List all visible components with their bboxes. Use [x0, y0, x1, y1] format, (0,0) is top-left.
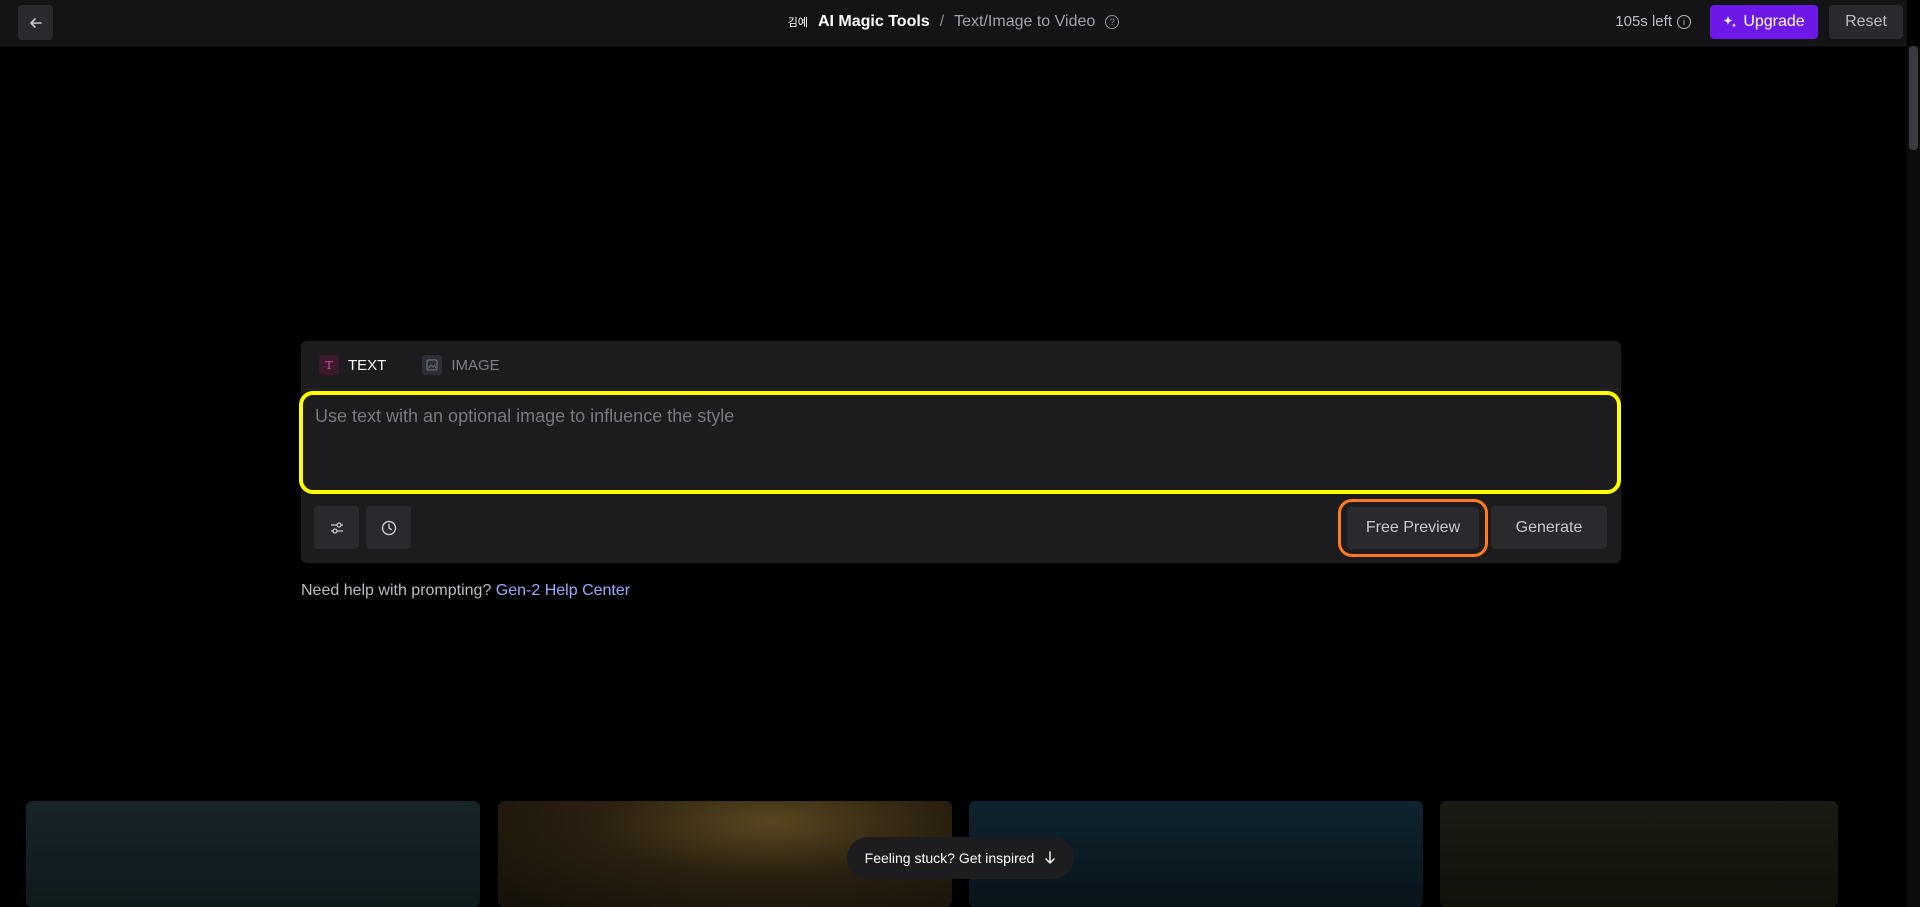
tab-image-label: IMAGE: [451, 356, 500, 374]
generate-button[interactable]: Generate: [1491, 506, 1607, 549]
help-question: Need help with prompting?: [301, 582, 492, 599]
mode-tabs: T TEXT IMAGE: [301, 341, 500, 389]
breadcrumb-separator: /: [939, 13, 945, 30]
gallery-card[interactable]: [1440, 801, 1838, 907]
arrow-down-icon: [1045, 851, 1056, 864]
prompt-input-container: [299, 391, 1621, 494]
prompt-panel: T TEXT IMAGE Free Preview: [299, 341, 1621, 563]
tab-text-label: TEXT: [348, 356, 387, 374]
scrollbar-thumb[interactable]: [1909, 46, 1918, 150]
clock-icon: [381, 520, 396, 535]
info-icon[interactable]: i: [1677, 14, 1691, 29]
image-icon: [422, 355, 443, 375]
scrollbar-track[interactable]: [1907, 46, 1920, 907]
credits-remaining: 105s left i: [1615, 13, 1691, 30]
upgrade-button[interactable]: Upgrade: [1710, 5, 1818, 39]
help-text: Need help with prompting? Gen-2 Help Cen…: [301, 582, 630, 600]
top-bar: 김예 AI Magic Tools / Text/Image to Video …: [0, 0, 1907, 46]
get-inspired-label: Feeling stuck? Get inspired: [864, 850, 1035, 866]
sliders-icon: [330, 521, 343, 534]
credits-label: 105s left: [1615, 13, 1672, 30]
tab-image[interactable]: IMAGE: [422, 355, 500, 375]
history-button[interactable]: [366, 506, 411, 549]
text-icon: T: [319, 355, 339, 375]
divider: [301, 389, 1621, 390]
breadcrumb-ai-magic-tools[interactable]: AI Magic Tools: [818, 13, 930, 31]
upgrade-label: Upgrade: [1743, 13, 1805, 30]
free-preview-button[interactable]: Free Preview: [1338, 499, 1488, 557]
help-circle-icon[interactable]: ?: [1105, 15, 1120, 29]
gallery-card[interactable]: [26, 801, 480, 907]
get-inspired-button[interactable]: Feeling stuck? Get inspired: [847, 837, 1074, 879]
reset-button[interactable]: Reset: [1829, 5, 1903, 39]
settings-button[interactable]: [314, 506, 359, 549]
sparkle-icon: [1723, 16, 1737, 28]
prompt-input[interactable]: [303, 395, 1617, 490]
breadcrumb-prefix: 김예: [787, 17, 808, 29]
tab-text[interactable]: T TEXT: [319, 355, 386, 375]
free-preview-label: Free Preview: [1347, 507, 1479, 549]
help-center-link[interactable]: Gen-2 Help Center: [496, 582, 630, 599]
breadcrumb-current-page: Text/Image to Video: [954, 13, 1096, 30]
